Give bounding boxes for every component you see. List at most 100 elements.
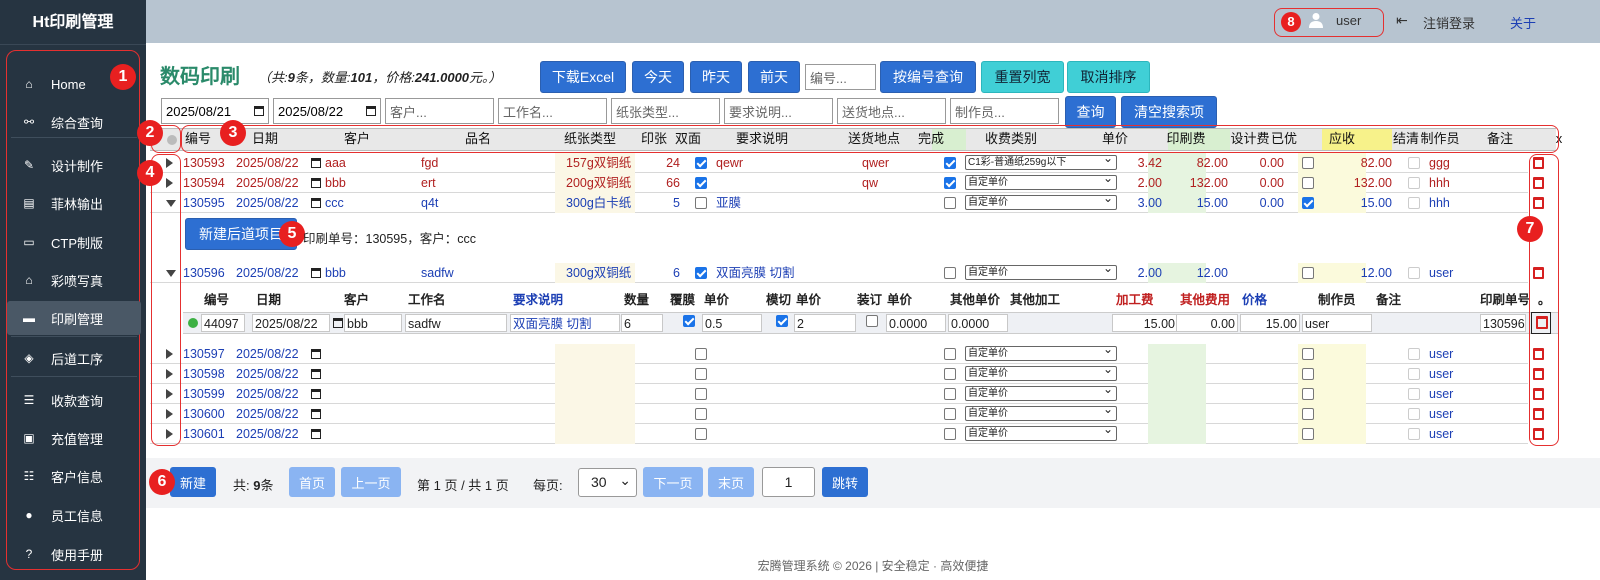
discount-checkbox[interactable] — [1302, 408, 1314, 420]
date-from-input[interactable]: 2025/08/21 — [161, 98, 269, 124]
duplex-checkbox[interactable] — [695, 428, 707, 440]
sidebar-item-8[interactable]: ☰ 收款查询 — [7, 383, 141, 417]
fee-type-select[interactable]: 自定单价 — [965, 192, 1117, 210]
sub-cell-customer[interactable]: bbb — [344, 314, 402, 332]
duplex-checkbox[interactable] — [695, 348, 707, 360]
place-filter[interactable]: 送货地点... — [837, 98, 946, 124]
new-button[interactable]: 新建 — [170, 467, 216, 497]
sidebar-item-4[interactable]: ▭ CTP制版 — [7, 225, 141, 259]
clear-search-button[interactable]: 清空搜索项 — [1121, 96, 1217, 128]
req-filter[interactable]: 要求说明... — [724, 98, 833, 124]
calendar-icon[interactable] — [311, 158, 321, 168]
next-page-button[interactable]: 下一页 — [643, 467, 703, 497]
order-id[interactable]: 130593 — [183, 153, 231, 173]
duplex-checkbox[interactable] — [695, 368, 707, 380]
done-checkbox[interactable] — [944, 348, 956, 360]
sidebar-item-11[interactable]: ● 员工信息 — [7, 498, 141, 532]
yesterday-button[interactable]: 昨天 — [690, 61, 742, 93]
done-checkbox[interactable] — [944, 157, 956, 169]
query-button[interactable]: 查询 — [1065, 96, 1116, 128]
order-id[interactable]: 130600 — [183, 404, 231, 424]
order-id[interactable]: 130595 — [183, 193, 231, 213]
calendar-icon[interactable] — [311, 369, 321, 379]
discount-checkbox[interactable] — [1302, 157, 1314, 169]
sub-checkbox[interactable] — [776, 315, 788, 327]
order-date[interactable]: 2025/08/22 — [236, 424, 308, 444]
sub-cell-proc_fee[interactable]: 15.00 — [1112, 314, 1178, 332]
done-checkbox[interactable] — [944, 267, 956, 279]
cancel-sort-button[interactable]: 取消排序 — [1067, 61, 1150, 93]
sub-cell-price[interactable]: 15.00 — [1240, 314, 1300, 332]
sub-cell-maker[interactable]: user — [1302, 314, 1372, 332]
jobname-filter[interactable]: 工作名... — [498, 98, 607, 124]
done-checkbox[interactable] — [944, 197, 956, 209]
order-id[interactable]: 130601 — [183, 424, 231, 444]
code-query-button[interactable]: 按编号查询 — [880, 61, 976, 93]
discount-checkbox[interactable] — [1302, 428, 1314, 440]
done-checkbox[interactable] — [944, 368, 956, 380]
order-id[interactable]: 130596 — [183, 263, 231, 283]
sub-cell-die_price[interactable]: 2 — [794, 314, 856, 332]
customer-filter[interactable]: 客户... — [385, 98, 494, 124]
logout-link[interactable]: 注销登录 — [1423, 13, 1475, 32]
sub-cell-job[interactable]: sadfw — [405, 314, 507, 332]
duplex-checkbox[interactable] — [695, 388, 707, 400]
sidebar-item-9[interactable]: ▣ 充值管理 — [7, 421, 141, 455]
sidebar-item-5[interactable]: ⌂ 彩喷写真 — [7, 263, 141, 297]
calendar-icon[interactable] — [333, 318, 343, 328]
done-checkbox[interactable] — [944, 388, 956, 400]
date-to-input[interactable]: 2025/08/22 — [273, 98, 381, 124]
order-id[interactable]: 130599 — [183, 384, 231, 404]
order-id[interactable]: 130597 — [183, 344, 231, 364]
maker-filter[interactable]: 制作员... — [950, 98, 1059, 124]
calendar-icon[interactable] — [311, 178, 321, 188]
order-date[interactable]: 2025/08/22 — [236, 263, 308, 283]
calendar-icon[interactable] — [311, 198, 321, 208]
sub-checkbox[interactable] — [866, 315, 878, 327]
sub-cell-date[interactable]: 2025/08/22 — [252, 314, 330, 332]
sidebar-item-2[interactable]: ✎ 设计制作 — [7, 148, 141, 182]
done-checkbox[interactable] — [944, 428, 956, 440]
sidebar-item-6[interactable]: ▬ 印刷管理 — [7, 301, 141, 335]
sub-cell-bind_price[interactable]: 0.0000 — [886, 314, 946, 332]
sidebar-item-3[interactable]: ▤ 菲林输出 — [7, 186, 141, 220]
order-date[interactable]: 2025/08/22 — [236, 153, 308, 173]
discount-checkbox[interactable] — [1302, 197, 1314, 209]
calendar-icon[interactable] — [311, 349, 321, 359]
about-link[interactable]: 关于 — [1510, 13, 1536, 32]
download-excel-button[interactable]: 下载Excel — [540, 61, 626, 93]
last-page-button[interactable]: 末页 — [708, 467, 754, 497]
first-page-button[interactable]: 首页 — [289, 467, 335, 497]
jump-input[interactable]: 1 — [762, 467, 815, 497]
order-date[interactable]: 2025/08/22 — [236, 404, 308, 424]
sidebar-item-7[interactable]: ◈ 后道工序 — [7, 341, 141, 375]
sub-cell-other_fee[interactable]: 0.00 — [1176, 314, 1238, 332]
duplex-checkbox[interactable] — [695, 177, 707, 189]
today-button[interactable]: 今天 — [632, 61, 684, 93]
discount-checkbox[interactable] — [1302, 177, 1314, 189]
fee-type-select[interactable]: 自定单价 — [965, 172, 1117, 190]
duplex-checkbox[interactable] — [695, 157, 707, 169]
fee-type-select[interactable]: 自定单价 — [965, 262, 1117, 280]
order-id[interactable]: 130598 — [183, 364, 231, 384]
duplex-checkbox[interactable] — [695, 408, 707, 420]
fee-type-select[interactable]: 自定单价 — [965, 403, 1117, 421]
discount-checkbox[interactable] — [1302, 368, 1314, 380]
sub-cell-id[interactable]: 44097 — [201, 314, 245, 332]
sub-cell-req[interactable]: 双面亮膜 切割 — [510, 314, 620, 332]
duplex-checkbox[interactable] — [695, 197, 707, 209]
sub-cell-film_price[interactable]: 0.5 — [702, 314, 762, 332]
code-input[interactable]: 编号... — [805, 64, 876, 90]
order-date[interactable]: 2025/08/22 — [236, 193, 308, 213]
calendar-icon[interactable] — [311, 389, 321, 399]
username[interactable]: user — [1336, 13, 1361, 28]
order-date[interactable]: 2025/08/22 — [236, 344, 308, 364]
discount-checkbox[interactable] — [1302, 348, 1314, 360]
sidebar-item-10[interactable]: ☷ 客户信息 — [7, 459, 141, 493]
sidebar-item-1[interactable]: ⚯ 综合查询 — [7, 105, 141, 139]
sub-cell-other_price[interactable]: 0.0000 — [948, 314, 1008, 332]
calendar-icon[interactable] — [311, 409, 321, 419]
fee-type-select[interactable]: 自定单价 — [965, 423, 1117, 441]
per-page-select[interactable]: 30 ⌄ — [578, 468, 637, 497]
done-checkbox[interactable] — [944, 408, 956, 420]
